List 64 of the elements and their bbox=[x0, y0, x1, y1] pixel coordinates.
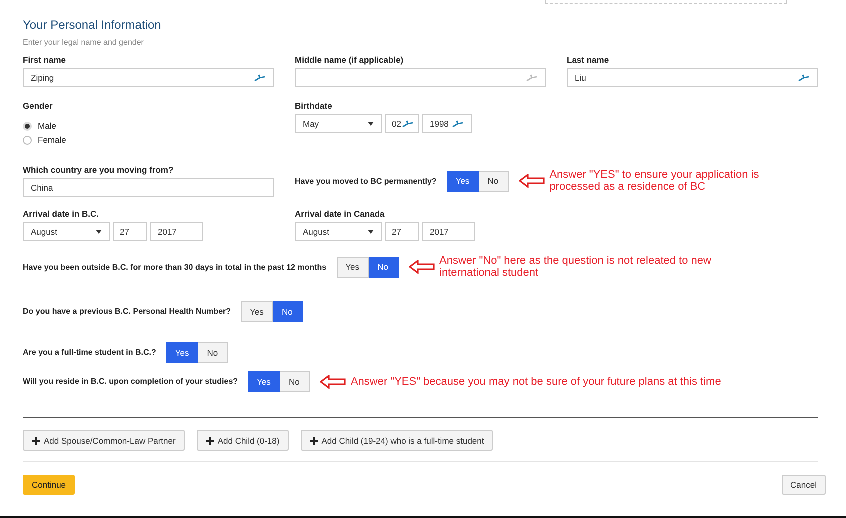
toggle-button[interactable]: No bbox=[280, 371, 310, 392]
month-select[interactable]: August bbox=[295, 222, 382, 241]
toggle-button[interactable]: Yes bbox=[336, 256, 368, 278]
radio-button[interactable] bbox=[23, 122, 32, 130]
toggle-button[interactable]: No bbox=[478, 170, 509, 192]
radio-button[interactable] bbox=[23, 136, 32, 144]
annotation-text: Answer "YES" because you may not be sure of your future plans at this time bbox=[350, 376, 722, 388]
field-label: Which country are you moving from? bbox=[23, 165, 174, 175]
toggle-button[interactable]: Yes bbox=[241, 301, 273, 322]
plus-icon bbox=[310, 436, 318, 444]
radio-label: Female bbox=[38, 135, 66, 145]
month-select[interactable]: August bbox=[23, 222, 110, 241]
year-field[interactable]: 1998 bbox=[422, 114, 472, 133]
continue-button[interactable]: Continue bbox=[23, 475, 76, 495]
month-select[interactable]: May bbox=[295, 114, 382, 133]
add-button[interactable]: Add Child (19-24) who is a full-time student bbox=[300, 430, 494, 451]
toggle-button[interactable]: Yes bbox=[166, 342, 198, 363]
cancel-button[interactable]: Cancel bbox=[782, 475, 826, 495]
question-label: Are you a full-time student in B.C.? bbox=[23, 348, 156, 357]
caret-icon bbox=[96, 230, 102, 234]
section-subtitle: Enter your legal name and gender bbox=[23, 38, 145, 47]
year-field[interactable]: 2017 bbox=[150, 222, 203, 241]
pin-icon bbox=[526, 74, 538, 82]
text-field[interactable]: Liu bbox=[567, 68, 818, 87]
caret-icon bbox=[368, 230, 374, 234]
field-label: Arrival date in B.C. bbox=[23, 209, 100, 219]
radio-label: Male bbox=[38, 121, 56, 131]
add-button[interactable]: Add Spouse/Common-Law Partner bbox=[23, 430, 185, 451]
arrow-icon bbox=[518, 174, 545, 188]
text-field[interactable]: China bbox=[23, 178, 274, 197]
question-label: Do you have a previous B.C. Personal Health Number? bbox=[23, 307, 232, 316]
pin-icon bbox=[452, 120, 464, 128]
field-label: Gender bbox=[23, 101, 53, 111]
year-field[interactable]: 2017 bbox=[422, 222, 475, 241]
field-label: First name bbox=[23, 55, 66, 65]
toggle-button[interactable]: No bbox=[272, 301, 303, 322]
question-label: Have you been outside B.C. for more than 30 days in total in the past 12 months bbox=[23, 262, 327, 272]
section-title: Your Personal Information bbox=[23, 18, 162, 32]
toggle-button[interactable]: No bbox=[368, 256, 398, 278]
text-field[interactable]: Ziping bbox=[23, 68, 274, 87]
arrow-icon bbox=[320, 374, 346, 388]
toggle-button[interactable]: Yes bbox=[446, 170, 479, 192]
day-field[interactable]: 27 bbox=[113, 222, 147, 241]
caret-icon bbox=[368, 122, 374, 126]
toggle-button[interactable]: No bbox=[198, 342, 228, 363]
text-field[interactable] bbox=[295, 68, 546, 87]
annotation-text: Answer "No" here as the question is not releated to new international student bbox=[440, 255, 712, 279]
field-label: Arrival date in Canada bbox=[295, 209, 385, 219]
day-field[interactable]: 02 bbox=[385, 114, 419, 133]
field-label: Birthdate bbox=[295, 101, 332, 111]
annotation-text: Answer "YES" to ensure your application is processed as a residence of BC bbox=[550, 169, 760, 193]
pin-icon bbox=[402, 120, 414, 128]
question-label: Will you reside in B.C. upon completion of your studies? bbox=[23, 377, 238, 386]
plus-icon bbox=[206, 436, 214, 444]
plus-icon bbox=[32, 436, 40, 444]
day-field[interactable]: 27 bbox=[385, 222, 419, 241]
question-label: Have you moved to BC permanently? bbox=[295, 176, 437, 186]
field-label: Middle name (if applicable) bbox=[295, 55, 404, 65]
pin-icon bbox=[254, 74, 266, 82]
field-label: Last name bbox=[567, 55, 610, 65]
toggle-button[interactable]: Yes bbox=[248, 371, 280, 392]
arrow-icon bbox=[408, 260, 434, 274]
add-button[interactable]: Add Child (0-18) bbox=[196, 430, 289, 451]
pin-icon bbox=[798, 74, 810, 82]
